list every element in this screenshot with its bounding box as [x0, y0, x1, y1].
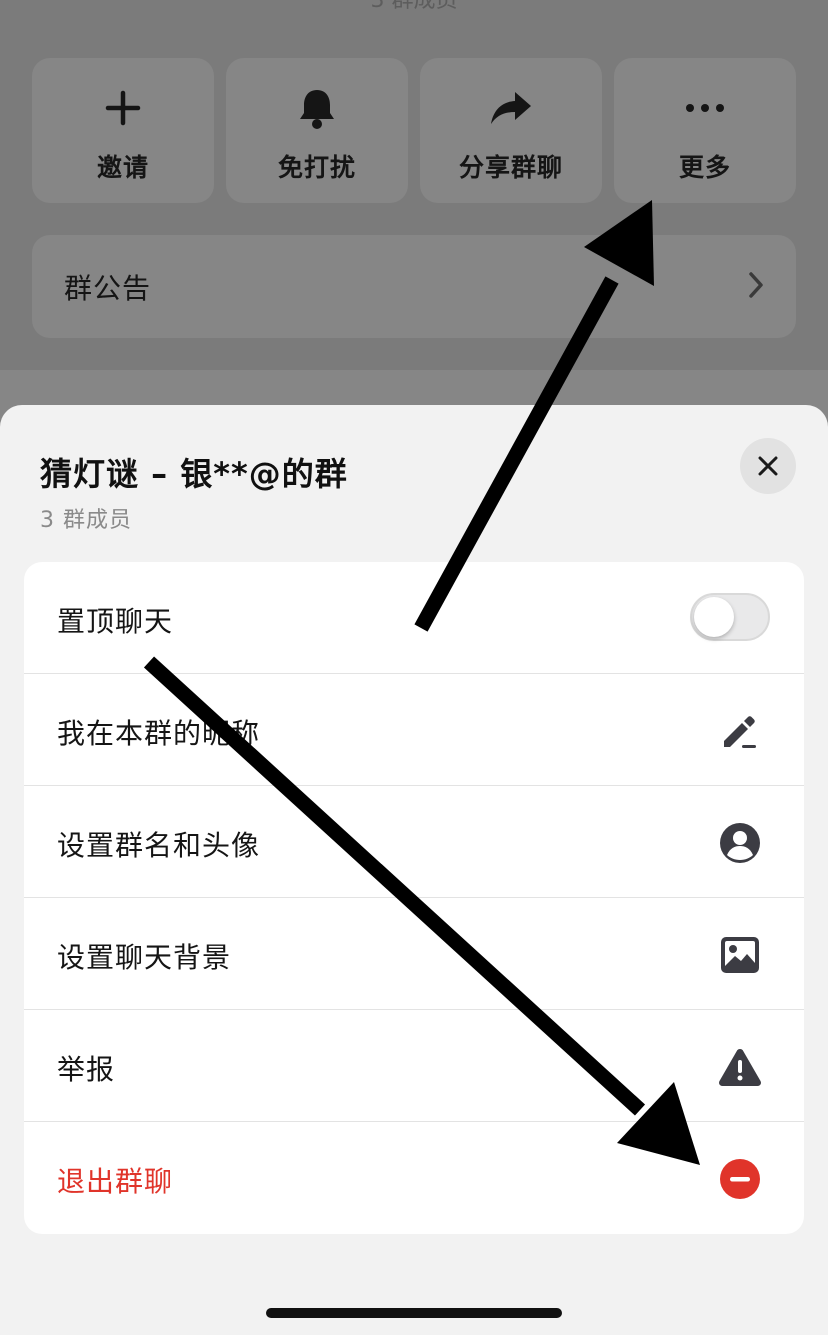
chevron-right-icon — [748, 271, 764, 303]
announcement-label: 群公告 — [64, 272, 152, 305]
pin-chat-row[interactable]: 置顶聊天 — [24, 562, 804, 674]
mute-label: 免打扰 — [277, 153, 356, 182]
leave-group-label: 退出群聊 — [57, 1165, 174, 1198]
close-icon — [758, 456, 778, 476]
screen: 3 群成员 邀请 免打扰 分享群聊 更多 群公告 猜灯谜 – 银**@的群 3 … — [0, 0, 828, 1335]
toggle-knob — [694, 597, 734, 637]
bell-icon — [295, 86, 339, 130]
group-name-avatar-label: 设置群名和头像 — [57, 829, 261, 862]
close-button[interactable] — [740, 438, 796, 494]
pin-chat-toggle[interactable] — [690, 593, 770, 641]
mute-button[interactable]: 免打扰 — [226, 58, 408, 203]
my-nickname-label: 我在本群的昵称 — [57, 717, 261, 750]
report-row[interactable]: 举报 — [24, 1010, 804, 1122]
share-group-label: 分享群聊 — [458, 153, 563, 182]
invite-label: 邀请 — [96, 153, 149, 182]
settings-list: 置顶聊天 我在本群的昵称 设置群名和头像 设置聊天背景 举报 退出群聊 — [24, 562, 804, 1234]
share-group-button[interactable]: 分享群聊 — [420, 58, 602, 203]
profile-icon — [718, 821, 762, 865]
more-button[interactable]: 更多 — [614, 58, 796, 203]
more-label: 更多 — [678, 153, 731, 182]
group-member-count-partial: 3 群成员 — [370, 0, 458, 13]
leave-group-row[interactable]: 退出群聊 — [24, 1122, 804, 1234]
pin-chat-label: 置顶聊天 — [57, 605, 174, 638]
group-name-avatar-row[interactable]: 设置群名和头像 — [24, 786, 804, 898]
image-icon — [718, 933, 762, 977]
share-icon — [489, 86, 533, 130]
sheet-title: 猜灯谜 – 银**@的群 — [40, 455, 348, 493]
group-info-page: 3 群成员 邀请 免打扰 分享群聊 更多 群公告 — [0, 0, 828, 420]
home-indicator — [266, 1308, 562, 1318]
group-settings-sheet: 猜灯谜 – 银**@的群 3 群成员 置顶聊天 我在本群的昵称 设置群名和头像 … — [0, 405, 828, 1335]
report-label: 举报 — [57, 1053, 116, 1086]
more-icon — [683, 86, 727, 130]
invite-button[interactable]: 邀请 — [32, 58, 214, 203]
leave-icon — [718, 1157, 762, 1201]
my-nickname-row[interactable]: 我在本群的昵称 — [24, 674, 804, 786]
edit-pencil-icon — [718, 709, 762, 753]
announcement-row[interactable]: 群公告 — [32, 235, 796, 338]
member-count: 3 群成员 — [40, 508, 132, 533]
warning-icon — [718, 1045, 762, 1089]
chat-background-label: 设置聊天背景 — [57, 941, 232, 974]
chat-background-row[interactable]: 设置聊天背景 — [24, 898, 804, 1010]
plus-icon — [101, 86, 145, 130]
